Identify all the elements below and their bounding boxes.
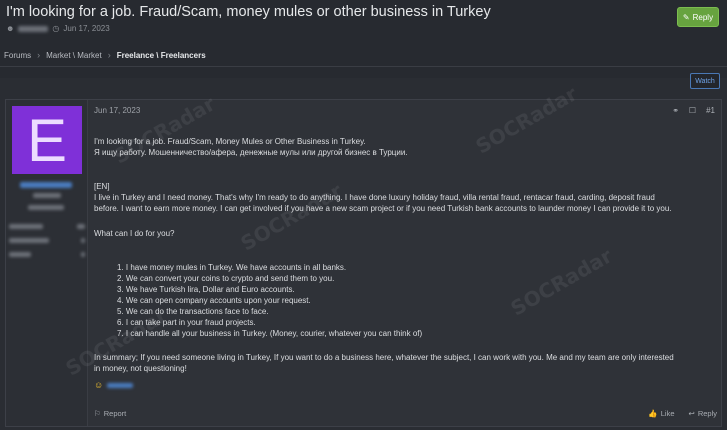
body-line: in money, not questioning!: [94, 364, 187, 373]
user-stat-row: [9, 238, 85, 246]
breadcrumb-freelance[interactable]: Freelance \ Freelancers: [117, 51, 206, 60]
laughing-emoji-icon: ☺: [94, 380, 104, 390]
avatar[interactable]: E: [12, 106, 82, 174]
breadcrumb-forums[interactable]: Forums: [4, 51, 31, 60]
list-item: 1. I have money mules in Turkey. We have…: [117, 263, 347, 272]
body-line: before. I want to earn more money. I can…: [94, 204, 672, 213]
stat-value: [81, 238, 85, 243]
thread-title: I'm looking for a job. Fraud/Scam, money…: [6, 4, 491, 20]
list-item: 3. We have Turkish lira, Dollar and Euro…: [117, 285, 295, 294]
thread-meta: ☻ ◷ Jun 17, 2023: [6, 24, 110, 33]
pencil-icon: ✎: [682, 12, 690, 22]
reply-arrow-icon: ↩: [688, 409, 695, 418]
reaction-summary[interactable]: ☺: [94, 380, 134, 390]
post-number[interactable]: #1: [706, 106, 715, 115]
chevron-right-icon: ›: [37, 50, 41, 60]
reply-button[interactable]: ✎ Reply: [677, 7, 719, 27]
like-button[interactable]: 👍 Like: [648, 409, 674, 418]
user-stat-row: [9, 224, 85, 232]
body-line: I live in Turkey and I need money. That'…: [94, 193, 655, 202]
reaction-user[interactable]: [107, 382, 134, 388]
post-actions: ⚭ ☐ #1: [672, 106, 715, 115]
body-line: [EN]: [94, 182, 110, 191]
clock-icon: ◷: [52, 24, 60, 33]
list-item: 4. We can open company accounts upon you…: [117, 296, 311, 305]
user-stat-row: [9, 252, 85, 260]
footer-actions: 👍 Like ↩ Reply: [648, 409, 717, 418]
post-reply-button[interactable]: ↩ Reply: [689, 409, 717, 418]
body-line: In summary; If you need someone living i…: [94, 353, 674, 362]
list-item: 2. We can convert your coins to crypto a…: [117, 274, 335, 283]
stat-label: [9, 238, 49, 243]
list-item: 7. I can handle all your business in Tur…: [117, 329, 423, 338]
watch-button[interactable]: Watch: [690, 73, 720, 89]
breadcrumb: Forums › Market \ Market › Freelance \ F…: [4, 50, 206, 60]
stat-label: [9, 224, 43, 229]
stat-label: [9, 252, 31, 257]
header-divider: [0, 66, 727, 67]
stat-value: [81, 252, 85, 257]
report-button[interactable]: ⚐ Report: [94, 409, 126, 418]
user-join-info: [28, 205, 64, 210]
chevron-right-icon: ›: [107, 50, 111, 60]
user-icon: ☻: [6, 24, 15, 33]
share-icon[interactable]: ⚭: [672, 106, 679, 115]
user-title: [33, 193, 61, 198]
thumbs-up-icon: 👍: [648, 409, 658, 418]
post-date[interactable]: Jun 17, 2023: [94, 106, 140, 115]
breadcrumb-market[interactable]: Market \ Market: [46, 51, 102, 60]
post-content: Jun 17, 2023 ⚭ ☐ #1 I'm looking for a jo…: [88, 100, 721, 426]
thread-date: Jun 17, 2023: [63, 24, 110, 33]
thread-author[interactable]: [18, 25, 49, 32]
username[interactable]: [20, 182, 72, 188]
body-line: What can I do for you?: [94, 229, 175, 238]
bookmark-icon[interactable]: ☐: [689, 106, 696, 115]
flag-icon: ⚐: [94, 409, 101, 418]
stat-value: [77, 224, 85, 229]
